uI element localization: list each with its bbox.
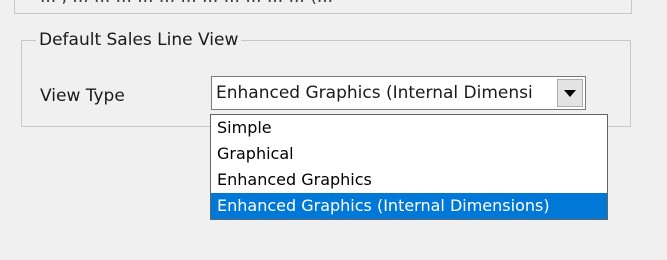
combobox-value: Enhanced Graphics (Internal Dimensi [216,83,533,103]
dropdown-item-simple[interactable]: Simple [211,115,607,141]
view-type-label: View Type [40,86,125,106]
view-type-dropdown-list[interactable]: Simple Graphical Enhanced Graphics Enhan… [210,114,608,220]
dropdown-item-enhanced-graphics[interactable]: Enhanced Graphics [211,167,607,193]
dropdown-item-enhanced-graphics-internal-dimensions[interactable]: Enhanced Graphics (Internal Dimensions) [211,193,607,219]
view-type-combobox[interactable]: Enhanced Graphics (Internal Dimensi [211,76,586,110]
dropdown-arrow-button[interactable] [557,79,583,107]
dropdown-item-graphical[interactable]: Graphical [211,141,607,167]
partial-top-text: ... , ... ... ... ... ... ... ... ... ..… [40,0,645,6]
group-title: Default Sales Line View [36,29,242,51]
